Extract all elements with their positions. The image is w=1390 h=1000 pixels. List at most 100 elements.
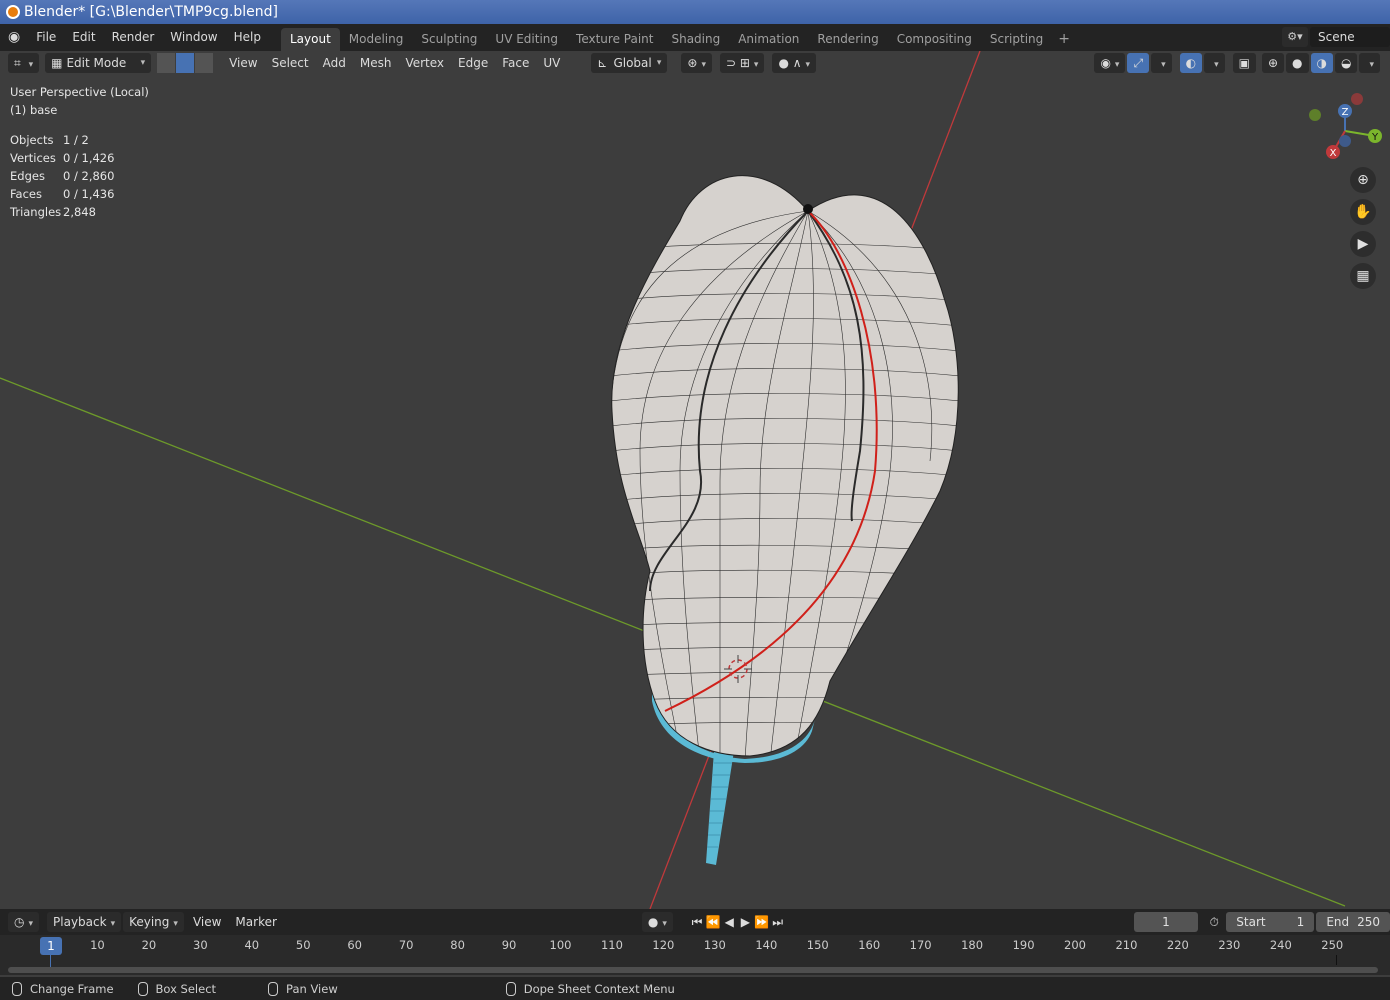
- scene-icon[interactable]: ⚙▾: [1282, 27, 1308, 47]
- perspective-grid-icon[interactable]: ▦: [1350, 263, 1376, 289]
- face-select-button[interactable]: [195, 53, 214, 73]
- timeline-header: ◷ ▾ Playback ▾ Keying ▾ View Marker ● ▾ ⏮ ⏪ …: [0, 909, 1390, 935]
- stat-label: Edges: [10, 169, 45, 183]
- pivot-point-button[interactable]: ⊛ ▾: [681, 53, 712, 73]
- snap-toggle-button[interactable]: ⊃ ⊞ ▾: [719, 53, 765, 73]
- active-object-label: (1) base: [10, 103, 58, 117]
- timeline-menu-view[interactable]: View: [186, 912, 228, 932]
- tab-scripting[interactable]: Scripting: [981, 28, 1052, 51]
- zoom-icon[interactable]: ⊕: [1350, 167, 1376, 193]
- frame-tick-label: 100: [549, 938, 572, 952]
- end-frame-field[interactable]: End 250: [1316, 912, 1390, 932]
- gizmo-neg-z[interactable]: [1339, 135, 1351, 147]
- pan-hand-icon[interactable]: ✋: [1350, 199, 1376, 225]
- shading-options-icon[interactable]: ▾: [1359, 53, 1380, 73]
- tab-sculpting[interactable]: Sculpting: [412, 28, 486, 51]
- auto-keying-button[interactable]: ● ▾: [641, 912, 673, 932]
- status-box-select: Box Select: [155, 981, 217, 996]
- xray-toggle-icon[interactable]: ▣: [1232, 53, 1256, 73]
- edge-select-button[interactable]: [176, 53, 195, 73]
- selected-stem-mesh: [706, 751, 734, 865]
- play-reverse-icon[interactable]: ◀: [721, 913, 737, 931]
- frame-tick-label: 200: [1064, 938, 1086, 952]
- jump-start-icon[interactable]: ⏮: [689, 913, 705, 931]
- rendered-shading-icon[interactable]: ◒: [1334, 53, 1358, 73]
- menu-view[interactable]: View: [222, 53, 264, 73]
- scene-name[interactable]: Scene: [1310, 27, 1390, 47]
- gizmo-neg-y[interactable]: [1309, 109, 1321, 121]
- tab-shading[interactable]: Shading: [662, 28, 729, 51]
- playhead[interactable]: 1: [40, 937, 62, 955]
- frame-tick-label: 220: [1166, 938, 1189, 952]
- tab-rendering[interactable]: Rendering: [808, 28, 887, 51]
- visibility-icon[interactable]: ◉ ▾: [1094, 53, 1126, 73]
- material-shading-icon[interactable]: ◑: [1310, 53, 1333, 73]
- viewport-header: ⌗ ▾ ▦ Edit Mode ▾ View Select Add Mesh V…: [0, 51, 1390, 75]
- timeline-editor-type-button[interactable]: ◷ ▾: [8, 912, 40, 932]
- tab-uv-editing[interactable]: UV Editing: [486, 28, 567, 51]
- keying-menu[interactable]: Keying ▾: [123, 912, 184, 932]
- tab-compositing[interactable]: Compositing: [888, 28, 981, 51]
- navigation-gizmo[interactable]: Z Y X: [1300, 91, 1390, 181]
- menu-window[interactable]: Window: [162, 24, 225, 51]
- stat-value: 0 / 1,436: [63, 187, 115, 201]
- menu-edit[interactable]: Edit: [64, 24, 103, 51]
- vertex-select-button[interactable]: [157, 53, 176, 73]
- playback-menu[interactable]: Playback ▾: [47, 912, 122, 932]
- menu-mesh[interactable]: Mesh: [353, 53, 399, 73]
- wireframe-shading-icon[interactable]: ⊕: [1261, 53, 1285, 73]
- tab-layout[interactable]: Layout: [280, 28, 340, 51]
- tab-modeling[interactable]: Modeling: [340, 28, 413, 51]
- 3d-viewport[interactable]: ⌗ ▾ ▦ Edit Mode ▾ View Select Add Mesh V…: [0, 51, 1390, 909]
- gizmo-neg-x[interactable]: [1351, 93, 1363, 105]
- start-frame-field[interactable]: Start 1: [1226, 912, 1315, 932]
- viewport-canvas[interactable]: [0, 51, 1390, 909]
- frame-tick-label: 160: [858, 938, 881, 952]
- mesh-body: [611, 175, 959, 757]
- keying-label: Keying: [129, 915, 170, 929]
- overlay-toggle-icon[interactable]: ◐: [1179, 53, 1203, 73]
- menu-face[interactable]: Face: [495, 53, 536, 73]
- gizmo-toggle-icon[interactable]: ⤢: [1127, 53, 1150, 73]
- menu-vertex[interactable]: Vertex: [398, 53, 451, 73]
- frame-tick-label: 190: [1012, 938, 1035, 952]
- add-workspace-button[interactable]: +: [1052, 28, 1076, 51]
- current-frame-field[interactable]: 1: [1133, 912, 1199, 932]
- timeline-scrollbar[interactable]: [8, 967, 1378, 973]
- status-context-menu: Dope Sheet Context Menu: [523, 981, 675, 996]
- status-bar: Change Frame Box Select Pan View Dope Sh…: [0, 977, 1390, 1000]
- overlay-options-icon[interactable]: ▾: [1204, 53, 1225, 73]
- tab-animation[interactable]: Animation: [729, 28, 808, 51]
- stat-row: Triangles 2,848: [10, 203, 114, 221]
- jump-end-icon[interactable]: ⏭: [770, 913, 786, 931]
- stat-label: Objects: [10, 133, 54, 147]
- play-icon[interactable]: ▶: [737, 913, 753, 931]
- proportional-edit-button[interactable]: ● ∧ ▾: [772, 53, 817, 73]
- mode-dropdown[interactable]: ▦ Edit Mode ▾: [45, 53, 152, 73]
- solid-shading-icon[interactable]: ●: [1286, 53, 1309, 73]
- frame-tick-label: 170: [909, 938, 932, 952]
- tab-texture-paint[interactable]: Texture Paint: [567, 28, 662, 51]
- camera-icon[interactable]: ▶: [1350, 231, 1376, 257]
- next-keyframe-icon[interactable]: ⏩: [753, 913, 769, 931]
- preview-range-icon[interactable]: ⏱: [1206, 913, 1222, 931]
- gizmo-options-icon[interactable]: ▾: [1151, 53, 1172, 73]
- frame-tick-label: 210: [1115, 938, 1138, 952]
- mode-icon: ▦: [51, 56, 63, 70]
- editor-type-button[interactable]: ⌗ ▾: [8, 53, 40, 73]
- timeline-menu-marker[interactable]: Marker: [228, 912, 283, 932]
- scene-selector[interactable]: ⚙▾ Scene: [1282, 27, 1390, 47]
- transform-orientation-dropdown[interactable]: ⊾ Global ▾: [591, 53, 668, 73]
- playback-label: Playback: [53, 915, 107, 929]
- orientation-label: Global: [613, 56, 652, 70]
- menu-edge[interactable]: Edge: [451, 53, 495, 73]
- prev-keyframe-icon[interactable]: ⏪: [705, 913, 721, 931]
- blender-menu-icon[interactable]: ◉: [0, 24, 28, 51]
- menu-add[interactable]: Add: [316, 53, 353, 73]
- menu-uv[interactable]: UV: [536, 53, 567, 73]
- menu-file[interactable]: File: [28, 24, 64, 51]
- menu-help[interactable]: Help: [226, 24, 269, 51]
- timeline-area[interactable]: 1 10 20 30 40 50 60 70 80 90 100 110 120 130 140 150 16…: [0, 935, 1390, 975]
- menu-select[interactable]: Select: [265, 53, 316, 73]
- menu-render[interactable]: Render: [104, 24, 163, 51]
